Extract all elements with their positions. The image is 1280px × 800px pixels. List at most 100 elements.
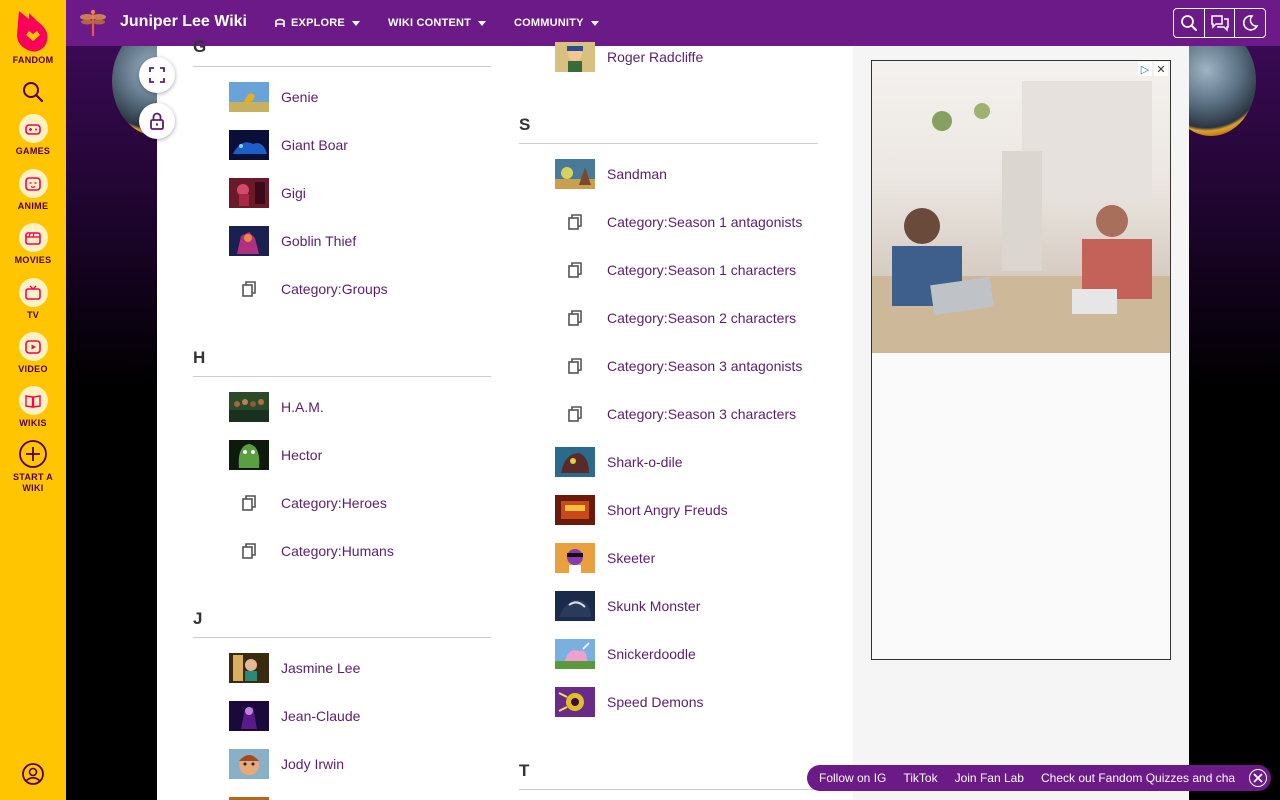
- fandom-quizzes-link[interactable]: Check out Fandom Quizzes and cha: [1041, 771, 1235, 785]
- tv-icon: [25, 285, 41, 300]
- list-item: Category:Groups: [229, 273, 388, 305]
- discussions-button[interactable]: [1203, 9, 1235, 37]
- clapperboard-icon: [25, 231, 41, 245]
- thumbnail-skunk-monster[interactable]: [555, 591, 595, 621]
- thumbnail-shark-o-dile[interactable]: [555, 447, 595, 477]
- entry-link[interactable]: H.A.M.: [281, 399, 324, 415]
- entry-link[interactable]: Category:Season 2 characters: [607, 310, 796, 326]
- rail-item-tv[interactable]: TV: [0, 278, 66, 321]
- nav-explore[interactable]: EXPLORE: [274, 17, 360, 29]
- ad-choices[interactable]: ▷ ✕: [1138, 62, 1168, 76]
- thumbnail-giant-boar[interactable]: [229, 130, 269, 160]
- list-item: Goblin Thief: [229, 225, 356, 257]
- lock-icon: [150, 112, 164, 130]
- start-a-wiki-label: START A WIKI: [12, 472, 54, 493]
- rail-item-movies[interactable]: MOVIES: [0, 223, 66, 266]
- entry-link[interactable]: Jody Irwin: [281, 756, 344, 772]
- section-letter-t: T: [519, 761, 530, 780]
- entry-link[interactable]: Category:Season 1 characters: [607, 262, 796, 278]
- list-item: Jasmine Lee: [229, 652, 360, 684]
- user-account-button[interactable]: [0, 762, 66, 786]
- adchoices-icon[interactable]: ▷: [1138, 62, 1152, 76]
- follow-on-ig-link[interactable]: Follow on IG: [819, 771, 886, 785]
- close-social-bar-button[interactable]: [1249, 769, 1267, 787]
- entry-link[interactable]: Giant Boar: [281, 137, 348, 153]
- entry-link[interactable]: Sandman: [607, 166, 667, 182]
- header-search-button[interactable]: [1174, 9, 1204, 37]
- category-icon: [555, 303, 595, 333]
- thumbnail-speed-demons[interactable]: [555, 687, 595, 717]
- entry-link[interactable]: Category:Season 3 antagonists: [607, 358, 802, 374]
- thumbnail-sandman[interactable]: [555, 159, 595, 189]
- ad-image: [872, 61, 1170, 353]
- protection-lock-button[interactable]: [139, 103, 175, 139]
- thumbnail-goblin-thief[interactable]: [229, 226, 269, 256]
- entry-link[interactable]: Hector: [281, 447, 322, 463]
- dragonfly-logo-icon[interactable]: [78, 8, 108, 38]
- close-ad-icon[interactable]: ✕: [1154, 62, 1168, 76]
- tiktok-link[interactable]: TikTok: [903, 771, 937, 785]
- entry-link[interactable]: Short Angry Freuds: [607, 502, 728, 518]
- nav-community[interactable]: COMMUNITY: [514, 17, 599, 29]
- list-item: Category:Season 3 characters: [555, 398, 796, 430]
- entry-link[interactable]: Jean-Claude: [281, 708, 360, 724]
- entry-link[interactable]: Shark-o-dile: [607, 454, 682, 470]
- entry-link[interactable]: Jasmine Lee: [281, 660, 360, 676]
- thumbnail-snickerdoodle[interactable]: [555, 639, 595, 669]
- join-fan-lab-link[interactable]: Join Fan Lab: [955, 771, 1024, 785]
- video-play-icon: [25, 339, 41, 354]
- advertisement[interactable]: ▷ ✕: [871, 60, 1171, 660]
- list-item: Category:Season 1 characters: [555, 254, 796, 286]
- thumbnail-hector[interactable]: [229, 440, 269, 470]
- rail-item-anime[interactable]: ANIME: [0, 169, 66, 212]
- fullscreen-button[interactable]: [139, 57, 175, 93]
- rail-search-button[interactable]: [0, 81, 66, 103]
- list-item: Jean-Claude: [229, 700, 360, 732]
- search-icon: [23, 82, 44, 103]
- list-item: Category:Season 3 antagonists: [555, 350, 802, 382]
- list-item: Category:Humans: [229, 535, 394, 567]
- entry-link[interactable]: Gigi: [281, 185, 306, 201]
- start-a-wiki-button[interactable]: START A WIKI: [0, 439, 66, 494]
- entry-link[interactable]: Category:Heroes: [281, 495, 387, 511]
- rail-item-wikis[interactable]: WIKIS: [0, 386, 66, 429]
- entry-link[interactable]: Snickerdoodle: [607, 646, 696, 662]
- thumbnail-ham[interactable]: [229, 392, 269, 422]
- entry-link[interactable]: Roger Radcliffe: [607, 49, 703, 65]
- thumbnail-gigi[interactable]: [229, 178, 269, 208]
- thumbnail-jean-claude[interactable]: [229, 701, 269, 731]
- nav-community-label: COMMUNITY: [514, 17, 584, 29]
- thumbnail-short-angry-freuds[interactable]: [555, 495, 595, 525]
- list-item: Category:Season 1 antagonists: [555, 206, 802, 238]
- thumbnail-jody-irwin[interactable]: [229, 749, 269, 779]
- list-item: Short Angry Freuds: [555, 494, 728, 526]
- entry-link[interactable]: Category:Season 1 antagonists: [607, 214, 802, 230]
- theme-toggle-button[interactable]: [1234, 9, 1265, 37]
- section-divider: [193, 66, 491, 67]
- list-item: Giant Boar: [229, 129, 348, 161]
- thumbnail-roger-radcliffe[interactable]: [555, 42, 595, 72]
- entry-link[interactable]: Skunk Monster: [607, 598, 700, 614]
- entry-link[interactable]: Category:Season 3 characters: [607, 406, 796, 422]
- thumbnail-skeeter[interactable]: [555, 543, 595, 573]
- thumbnail-genie[interactable]: [229, 82, 269, 112]
- open-book-icon: [25, 394, 41, 408]
- entry-link[interactable]: Category:Groups: [281, 281, 388, 297]
- rail-item-label: TV: [26, 310, 40, 320]
- section-letter-g: G: [193, 37, 207, 56]
- section-divider: [519, 143, 818, 144]
- rail-item-games[interactable]: GAMES: [0, 114, 66, 157]
- entry-link[interactable]: Speed Demons: [607, 694, 704, 710]
- fandom-home-link[interactable]: FANDOM: [0, 9, 66, 66]
- plus-circle-icon: [19, 440, 47, 468]
- wiki-title[interactable]: Juniper Lee Wiki: [120, 13, 247, 31]
- entry-link[interactable]: Genie: [281, 89, 318, 105]
- entry-link[interactable]: Skeeter: [607, 550, 655, 566]
- nav-wiki-content[interactable]: WIKI CONTENT: [388, 17, 487, 29]
- entry-link[interactable]: Category:Humans: [281, 543, 394, 559]
- entry-link[interactable]: Goblin Thief: [281, 233, 356, 249]
- thumbnail-jasmine-lee[interactable]: [229, 653, 269, 683]
- rail-item-video[interactable]: VIDEO: [0, 332, 66, 375]
- category-icon: [229, 488, 269, 518]
- list-item: Skeeter: [555, 542, 655, 574]
